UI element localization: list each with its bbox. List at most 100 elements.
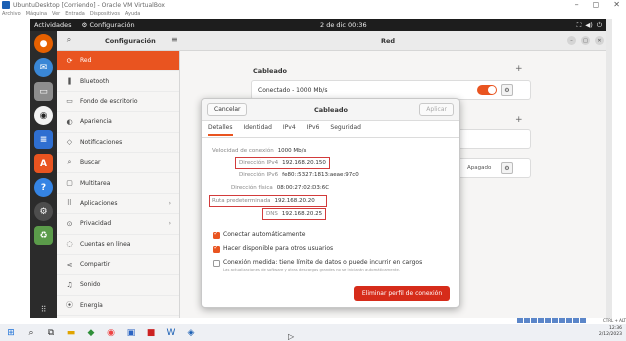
topbar-clock[interactable]: 2 de dic 00:36 [320, 21, 367, 29]
activities-button[interactable]: Actividades [34, 21, 72, 29]
wired-settings-gear-icon[interactable]: ⚙ [501, 84, 513, 96]
search-icon[interactable]: ⌕ [63, 35, 75, 47]
settings-app-indicator[interactable]: ⚙ Configuración [82, 21, 135, 29]
sidebar-item-energia[interactable]: ⦿ Energía [57, 296, 179, 317]
menu-maquina[interactable]: Máquina [26, 11, 47, 17]
menu-dispositivos[interactable]: Dispositivos [90, 11, 120, 17]
sidebar-item-fondo[interactable]: ▭ Fondo de escritorio [57, 92, 179, 113]
sidebar-item-multitarea[interactable]: ▢ Multitarea [57, 173, 179, 194]
show-applications-icon[interactable]: ⠿ [41, 305, 47, 314]
photos-icon[interactable]: ▣ [122, 326, 140, 340]
maximize-icon[interactable]: □ [581, 36, 590, 45]
files-icon[interactable]: ▭ [34, 82, 53, 101]
system-tray[interactable]: ⛶ ◀) ⏻ [577, 21, 602, 30]
menu-ver[interactable]: Ver [52, 11, 60, 17]
tab-ipv4[interactable]: IPv4 [283, 124, 296, 136]
sidebar-item-aplicaciones[interactable]: ⠿ Aplicaciones › [57, 194, 179, 215]
privacy-icon: ⊙ [66, 219, 73, 228]
optical-drive-icon[interactable] [524, 318, 530, 323]
chrome-icon[interactable]: ◉ [102, 326, 120, 340]
sidebar-item-buscar[interactable]: ⌕ Buscar [57, 153, 179, 174]
rhythmbox-icon[interactable]: ◉ [34, 106, 53, 125]
keyboard-icon[interactable] [580, 318, 586, 323]
mouse-integration-icon[interactable] [573, 318, 579, 323]
metered-checkbox[interactable] [213, 259, 220, 267]
add-vpn-icon[interactable]: + [515, 115, 523, 125]
maximize-button[interactable]: ◻ [593, 0, 600, 9]
network-icon: ⛶ [576, 20, 582, 29]
auto-connect-checkbox[interactable] [213, 230, 220, 239]
ubuntu-software-icon[interactable]: A [34, 154, 53, 173]
detail-label: Dirección física [231, 185, 273, 191]
metered-label: Conexión medida: tiene límite de datos o… [223, 259, 423, 266]
vbox-scrollbar[interactable] [606, 19, 612, 319]
sidebar-item-label: Sonido [80, 281, 101, 289]
minimize-icon[interactable]: – [567, 36, 576, 45]
share-icon: ⋖ [66, 260, 73, 269]
trash-icon[interactable]: ♻ [34, 226, 53, 245]
sidebar-item-bluetooth[interactable]: ❚ Bluetooth [57, 71, 179, 92]
cancel-button[interactable]: Cancelar [207, 103, 248, 116]
menu-archivo[interactable]: Archivo [2, 11, 21, 17]
close-button[interactable]: ✕ [613, 0, 620, 9]
tab-detalles[interactable]: Detalles [208, 124, 233, 136]
sidebar-item-cuentas[interactable]: ◌ Cuentas en línea [57, 235, 179, 255]
metered-subtext: Las actualizaciones de software y otras … [223, 267, 401, 272]
tab-identidad[interactable]: Identidad [244, 124, 272, 136]
firefox-icon[interactable]: ● [34, 34, 53, 53]
power-icon: ⏻ [596, 20, 602, 29]
sidebar-item-red[interactable]: ⟳ Red [57, 51, 179, 72]
menu-entrada[interactable]: Entrada [65, 11, 85, 17]
audio-icon[interactable] [531, 318, 537, 323]
libreoffice-writer-icon[interactable]: ≡ [34, 130, 53, 149]
shared-folder-icon[interactable] [552, 318, 558, 323]
available-all-row[interactable]: Hacer disponible para otros usuarios [213, 244, 333, 253]
thunderbird-icon[interactable]: ✉ [34, 58, 53, 77]
tab-seguridad[interactable]: Seguridad [330, 124, 361, 136]
multitasking-icon: ▢ [66, 179, 73, 188]
disk-icon[interactable] [517, 318, 523, 323]
close-icon[interactable]: ✕ [595, 36, 604, 45]
available-all-checkbox[interactable] [213, 244, 220, 253]
network-adapter-icon[interactable] [538, 318, 544, 323]
settings-headerbar: ⌕ Configuración ≡ Red – □ ✕ [57, 31, 610, 51]
auto-connect-label: Conectar automáticamente [223, 231, 306, 238]
sidebar-item-apariencia[interactable]: ◐ Apariencia [57, 112, 179, 133]
wired-toggle[interactable] [477, 85, 497, 95]
sidebar-item-compartir[interactable]: ⋖ Compartir [57, 255, 179, 276]
recording-icon[interactable] [566, 318, 572, 323]
auto-connect-row[interactable]: Conectar automáticamente [213, 230, 306, 239]
sidebar-item-label: Aplicaciones [80, 199, 118, 207]
word-icon[interactable]: W [162, 326, 180, 340]
detail-value: fe80::5327:1813:aeae:97c0 [282, 172, 359, 178]
minimize-button[interactable]: – [575, 0, 579, 9]
sidebar-item-label: Red [80, 57, 92, 65]
taskbar-clock[interactable]: 12:36 2/12/2023 [599, 326, 622, 338]
sidebar-item-notificaciones[interactable]: ◇ Notificaciones [57, 133, 179, 153]
windows-start-icon[interactable]: ⊞ [2, 326, 20, 340]
task-view-icon[interactable]: ⧉ [42, 326, 60, 340]
apply-button[interactable]: Aplicar [419, 103, 454, 116]
search-icon[interactable]: ⌕ [22, 326, 40, 340]
pdf-icon[interactable]: ■ [142, 326, 160, 340]
virtualbox-taskbar-icon[interactable]: ◈ [182, 326, 200, 340]
sidebar-item-sonido[interactable]: ♫ Sonido [57, 275, 179, 296]
connection-status: Conectado - 1000 Mb/s [258, 87, 328, 94]
usb-icon[interactable] [545, 318, 551, 323]
tab-ipv6[interactable]: IPv6 [307, 124, 320, 136]
appearance-icon: ◐ [66, 117, 73, 126]
menu-ayuda[interactable]: Ayuda [125, 11, 140, 17]
display-icon[interactable] [559, 318, 565, 323]
apps-grid-icon: ⠿ [66, 199, 73, 208]
add-wired-icon[interactable]: + [515, 64, 523, 74]
hamburger-menu-icon[interactable]: ≡ [171, 35, 178, 44]
settings-icon[interactable]: ⚙ [34, 202, 53, 221]
store-icon[interactable]: ◆ [82, 326, 100, 340]
online-accounts-icon: ◌ [66, 240, 73, 249]
proxy-settings-gear-icon[interactable]: ⚙ [501, 162, 513, 174]
help-icon[interactable]: ? [34, 178, 53, 197]
metered-row[interactable]: Conexión medida: tiene límite de datos o… [213, 259, 453, 272]
sidebar-item-privacidad[interactable]: ⊙ Privacidad › [57, 214, 179, 235]
delete-profile-button[interactable]: Eliminar perfil de conexión [354, 286, 450, 301]
file-explorer-icon[interactable]: ▬ [62, 326, 80, 340]
